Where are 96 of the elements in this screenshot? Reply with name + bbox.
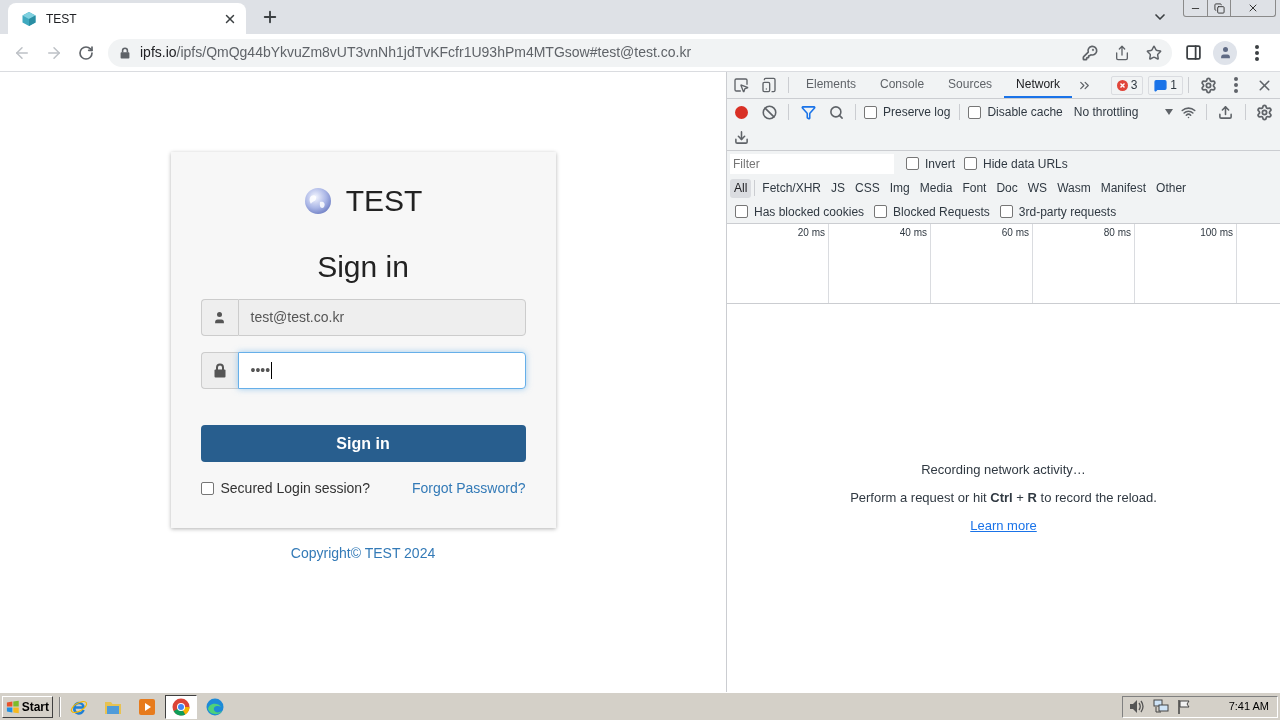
checkbox[interactable] — [874, 205, 888, 218]
type-filter[interactable]: Manifest — [1096, 178, 1151, 198]
lock-icon — [120, 46, 130, 59]
ring-logo-icon — [172, 697, 190, 716]
devtools-tab[interactable]: Elements — [794, 72, 869, 98]
type-filter[interactable]: JS — [827, 178, 850, 198]
flag-logo-icon — [6, 699, 20, 714]
restore-button[interactable] — [1208, 0, 1231, 17]
checkbox-label: Blocked Requests — [893, 203, 990, 221]
checkbox-label: Preserve log — [883, 104, 951, 121]
type-filter[interactable]: All — [730, 178, 752, 198]
minimize-button[interactable] — [1183, 0, 1208, 17]
checkbox-label: Disable cache — [987, 104, 1063, 121]
share-icon — [1114, 44, 1130, 61]
reload-hint-text: Perform a request or hit Ctrl + R to record the reload. — [850, 490, 1157, 506]
timeline-tick-label: 20 ms — [797, 227, 825, 240]
checkbox[interactable] — [964, 157, 977, 170]
star-icon — [1146, 44, 1162, 61]
filter-input[interactable]: Filter — [730, 153, 894, 174]
remember-label: Secured Login session? — [220, 478, 370, 498]
password-field[interactable]: •••• — [237, 352, 526, 389]
key-icon — [1082, 44, 1098, 61]
more-icon — [1234, 77, 1238, 93]
checkbox[interactable] — [906, 157, 919, 170]
network-icon — [1153, 699, 1169, 714]
restore-icon — [1213, 2, 1225, 14]
throttling-select[interactable]: No throttling — [1070, 101, 1177, 123]
timeline-tick-label: 100 ms — [1200, 227, 1233, 240]
type-filter[interactable]: Wasm — [1053, 178, 1095, 198]
checkbox-label: 3rd-party requests — [1018, 203, 1117, 221]
upload-icon — [1218, 104, 1234, 120]
settings-icon — [1199, 76, 1217, 94]
inspect-icon — [733, 77, 749, 93]
close-icon — [1247, 2, 1259, 14]
recording-status-text: Recording network activity… — [921, 462, 1086, 478]
user-icon — [212, 310, 227, 325]
search-icon — [828, 104, 844, 120]
filter-icon — [800, 104, 816, 120]
brand-name: TEST — [345, 184, 423, 218]
type-filter[interactable]: WS — [1023, 178, 1052, 198]
close-window-button[interactable] — [1231, 0, 1276, 17]
download-icon — [733, 130, 749, 145]
error-count-badge[interactable]: 3 — [1110, 75, 1144, 95]
taskbar-app-button[interactable] — [165, 694, 197, 719]
devtools-tab[interactable]: Console — [868, 72, 937, 98]
clock-text: 7:41 AM — [1228, 699, 1269, 715]
address-bar[interactable]: ipfs.io/ipfs/QmQg44bYkvuZm8vUT3vnNh1jdTvKFcfr1U93hPm4MTGsow#test@test.co.kr — [108, 38, 1172, 67]
browser-tab[interactable]: TEST — [8, 3, 246, 34]
reload-icon — [78, 44, 94, 61]
sign-in-heading: Sign in — [316, 249, 410, 285]
globe-icon — [303, 187, 332, 215]
side-panel-icon — [1184, 44, 1202, 61]
checkbox-label: Invert — [925, 155, 955, 173]
checkbox[interactable] — [735, 205, 748, 218]
flag-icon — [1177, 699, 1191, 714]
timeline-tick-label: 60 ms — [1001, 227, 1029, 240]
wave-logo-icon — [206, 697, 224, 716]
clear-icon — [761, 104, 777, 120]
plus-icon — [261, 8, 279, 26]
type-filter[interactable]: Other — [1152, 178, 1191, 198]
checkbox-label: Hide data URLs — [983, 155, 1068, 173]
learn-more-link[interactable]: Learn more — [970, 518, 1037, 534]
message-icon — [1154, 78, 1168, 92]
lock-icon — [213, 363, 226, 378]
more-icon — [1255, 44, 1259, 61]
checkbox[interactable] — [999, 205, 1013, 218]
device-icon — [761, 77, 777, 93]
copyright-text: Copyright© TEST 2024 — [290, 544, 436, 563]
cube-icon — [21, 10, 37, 27]
devtools-tab[interactable]: Sources — [936, 72, 1005, 98]
settings-icon — [1256, 103, 1274, 121]
type-filter[interactable]: Font — [958, 178, 991, 198]
checkbox[interactable] — [968, 105, 982, 119]
checkbox-label: Has blocked cookies — [754, 203, 865, 221]
checkbox[interactable] — [864, 105, 877, 119]
forgot-password-link[interactable]: Forgot Password? — [411, 477, 526, 499]
wifi-icon — [1181, 104, 1197, 120]
type-filter[interactable]: Fetch/XHR — [758, 178, 826, 198]
sign-in-button[interactable]: Sign in — [200, 425, 526, 462]
dropdown-triangle-icon — [1164, 109, 1173, 115]
play-icon — [139, 698, 155, 715]
avatar-icon — [1213, 40, 1237, 65]
type-filter[interactable]: Img — [885, 178, 914, 198]
error-icon — [1116, 79, 1128, 91]
text-cursor — [271, 362, 273, 379]
type-filter[interactable]: Doc — [992, 178, 1022, 198]
timeline-tick-label: 80 ms — [1103, 227, 1131, 240]
type-filter[interactable]: CSS — [851, 178, 884, 198]
speaker-icon — [1129, 699, 1145, 714]
timeline-tick-label: 40 ms — [899, 227, 927, 240]
url-text: ipfs.io/ipfs/QmQg44bYkvuZm8vUT3vnNh1jdTvKFcfr1U93hPm4MTGsow#test@test.co.kr — [140, 43, 693, 62]
message-count-badge[interactable]: 1 — [1148, 75, 1183, 95]
record-icon — [734, 105, 748, 119]
start-button[interactable]: Start — [2, 695, 53, 718]
type-filter[interactable]: Media — [915, 178, 957, 198]
checkbox[interactable] — [200, 481, 214, 495]
